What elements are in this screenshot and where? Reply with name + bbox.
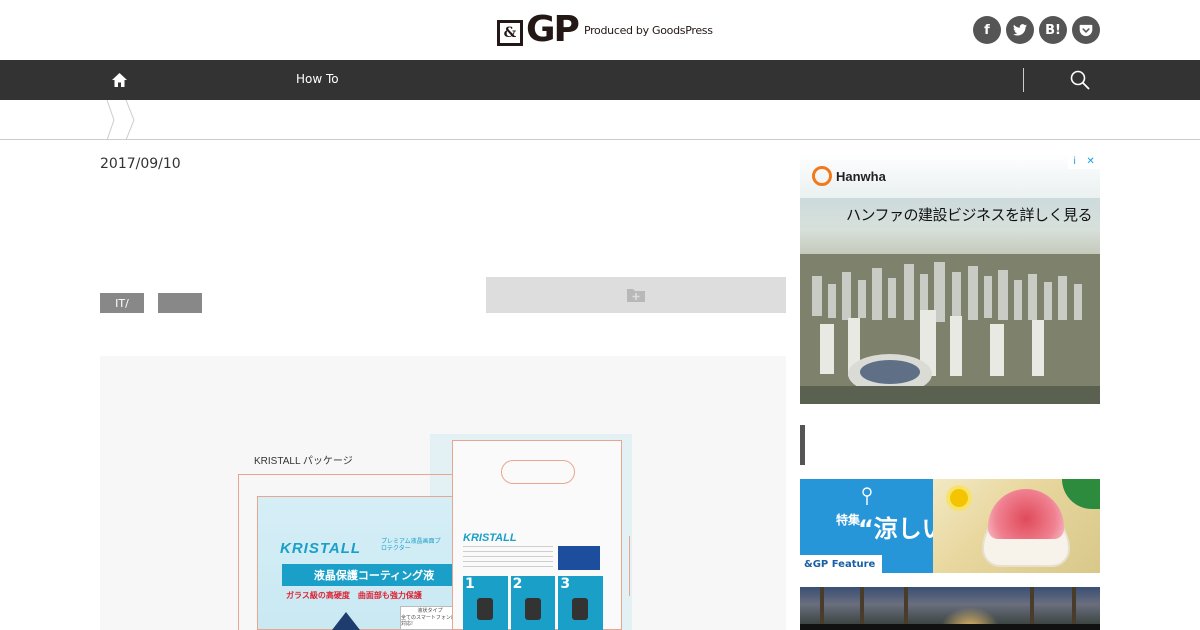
hand-icon <box>524 598 541 620</box>
ad-info-icon[interactable]: i <box>1073 156 1076 167</box>
package-phone-image <box>558 546 600 570</box>
package-badge-line2: 全てのスマートフォンに対応! <box>401 614 456 628</box>
feature-banner-suzushii[interactable]: 特集 “涼しい” &GP Feature <box>800 479 1100 573</box>
article-hero-image: KRISTALL パッケージ KRISTALL プレミアム液晶画面プロテクター … <box>100 356 786 630</box>
package-feature-line: ガラス級の高硬度 曲面部も強力保護 <box>286 591 422 600</box>
package-label: KRISTALL パッケージ <box>254 456 353 467</box>
wind-chime-icon <box>862 487 872 505</box>
ad-choices[interactable]: i ✕ <box>1068 154 1100 169</box>
search-icon[interactable] <box>1070 70 1090 90</box>
breadcrumb <box>0 100 1200 140</box>
feature-label: &GP Feature <box>800 555 882 573</box>
package-back-brand: KRISTALL <box>463 532 517 544</box>
hanwha-brand: Hanwha <box>836 168 886 184</box>
logo-tagline: Produced by GoodsPress <box>583 23 713 37</box>
home-icon[interactable] <box>111 72 128 88</box>
package-brand: KRISTALL <box>280 540 362 557</box>
step-number: 3 <box>560 576 571 592</box>
ad-headline: ハンファの建設ビジネスを詳しく見る <box>846 206 1093 224</box>
logo-ampersand: & <box>503 24 517 41</box>
hand-icon <box>572 598 589 620</box>
package-step: 1 <box>463 576 508 630</box>
banner-strip <box>800 624 1100 630</box>
camp-banner[interactable] <box>800 587 1100 630</box>
product-bottle-icon <box>332 612 360 630</box>
city-aerial-image <box>800 254 1100 404</box>
package-hang-hole <box>501 460 575 484</box>
hanwha-logo-icon <box>812 166 832 186</box>
facebook-icon[interactable]: f <box>973 16 1001 44</box>
ad-close-icon[interactable]: ✕ <box>1086 156 1094 167</box>
package-step: 2 <box>510 576 556 630</box>
site-header: & GP Produced by GoodsPress f B! <box>0 0 1200 60</box>
pocket-icon[interactable] <box>1072 16 1100 44</box>
folder-add-icon <box>627 289 645 302</box>
article-date: 2017/09/10 <box>100 156 181 172</box>
step-number: 2 <box>512 576 523 592</box>
category-tag-it[interactable]: IT/ <box>100 293 144 313</box>
package-step: 3 <box>558 576 604 630</box>
sidebar-ad-hanwha[interactable]: Hanwha i ✕ ハンファの建設ビジネスを詳しく見る <box>800 154 1100 404</box>
nav-divider <box>1023 68 1024 92</box>
package-subtitle: プレミアム液晶画面プロテクター <box>381 538 441 553</box>
category-tag[interactable] <box>158 293 202 313</box>
hatena-bookmark-icon[interactable]: B! <box>1039 16 1067 44</box>
feature-prefix: 特集 <box>836 513 861 527</box>
main-nav: How To <box>0 60 1200 100</box>
package-back-text <box>463 546 553 570</box>
twitter-icon[interactable] <box>1006 16 1034 44</box>
package-fold <box>622 536 630 596</box>
step-number: 1 <box>465 576 475 592</box>
package-band: 液晶保護コーティング液 <box>282 564 466 586</box>
logo-gp: GP <box>526 9 580 50</box>
site-logo[interactable]: & GP Produced by GoodsPress <box>497 12 713 48</box>
sidebar-section-marker <box>800 425 805 465</box>
package-badge: 液状タイプ 全てのスマートフォンに対応! <box>400 606 460 630</box>
hanwha-logo: Hanwha <box>812 166 886 186</box>
sunflower-icon <box>946 485 972 511</box>
social-share-bar: f B! <box>973 16 1100 44</box>
nav-link-howto[interactable]: How To <box>296 72 339 86</box>
add-bookmark-button[interactable] <box>486 277 786 313</box>
package-steps: 1 2 3 <box>463 576 604 630</box>
hand-icon <box>477 598 493 620</box>
breadcrumb-chevron-icon <box>106 100 135 140</box>
logo-ampersand-box: & <box>497 19 523 46</box>
